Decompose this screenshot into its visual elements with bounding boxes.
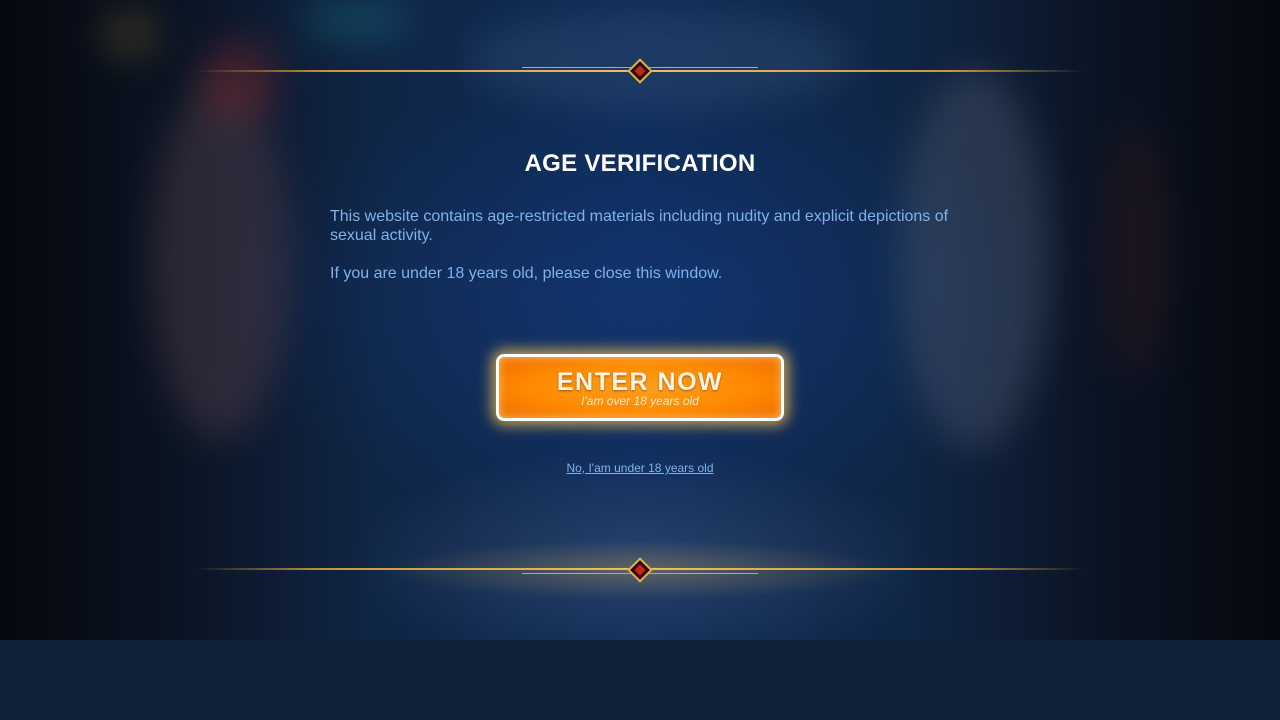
enter-now-sublabel: I'am over 18 years old	[581, 394, 699, 408]
under-18-decline-link[interactable]: No, I'am under 18 years old	[440, 461, 840, 475]
background-figure-left-hair	[200, 40, 280, 120]
enter-now-button[interactable]: ENTER NOW I'am over 18 years old	[496, 354, 784, 421]
footer-band	[0, 640, 1280, 720]
modal-title: AGE VERIFICATION	[524, 150, 756, 177]
modal-message-close-window: If you are under 18 years old, please cl…	[330, 265, 723, 282]
background-glow-corner	[100, 10, 160, 60]
age-verification-modal: AGE VERIFICATION This website contains a…	[330, 140, 950, 283]
modal-message-content-warning: This website contains age-restricted mat…	[330, 208, 949, 244]
blurred-background: AGE VERIFICATION This website contains a…	[0, 0, 1280, 640]
background-glow-teal	[300, 0, 410, 40]
background-figure-far-right	[1100, 120, 1170, 380]
enter-now-label: ENTER NOW	[556, 368, 724, 396]
background-glow-top	[470, 10, 850, 110]
background-figure-left	[150, 80, 290, 440]
